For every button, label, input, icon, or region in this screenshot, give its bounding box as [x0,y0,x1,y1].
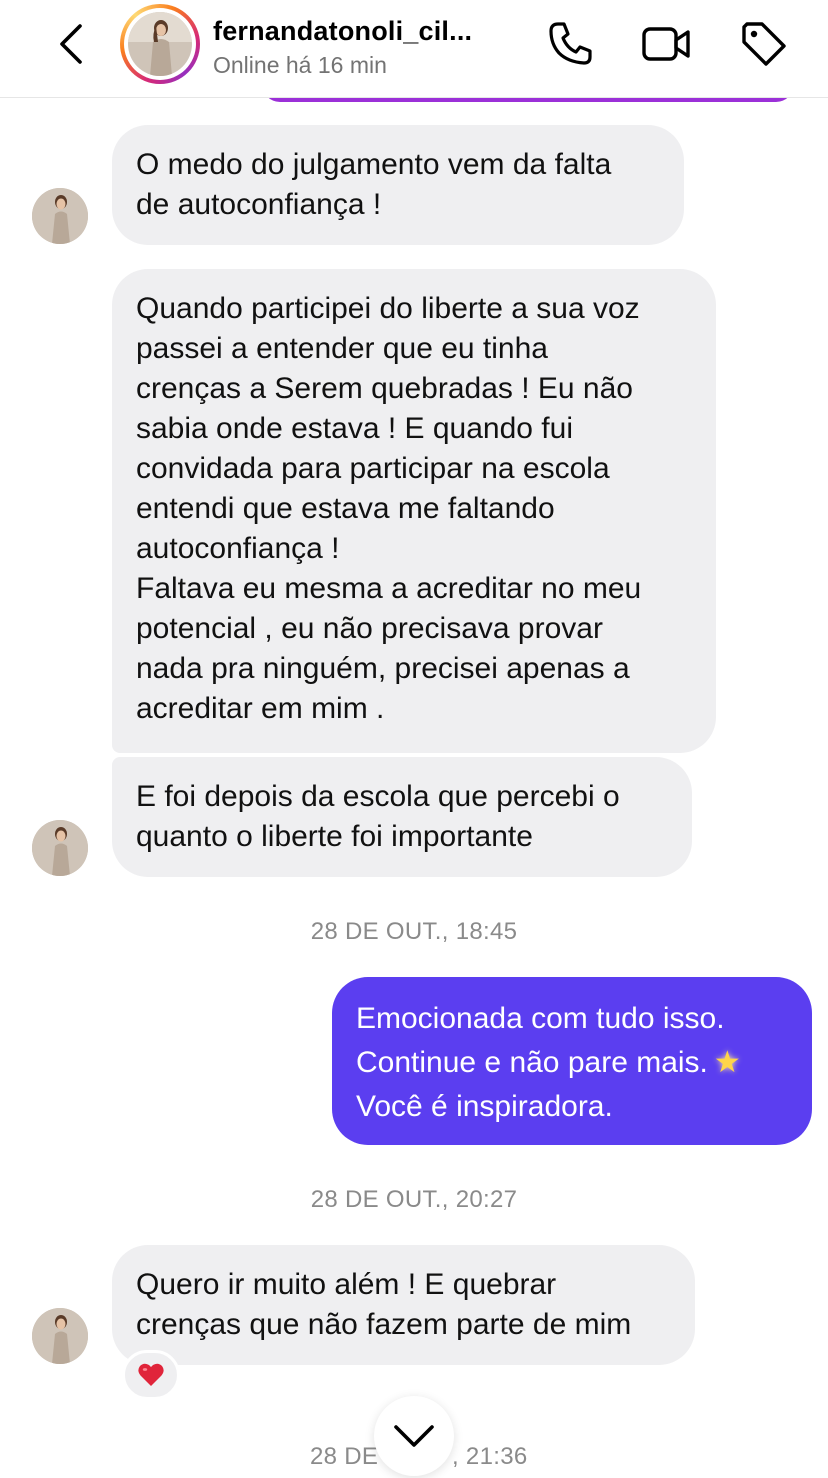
outgoing-message[interactable]: Emocionada com tudo isso. Continue e não… [332,977,812,1145]
message-line: nada pra ninguém, precisei apenas a [136,652,630,685]
message-line: Quero ir muito além ! E quebrar [136,1268,557,1301]
message-line: Você é inspiradora. [356,1090,613,1123]
message-line: convidada para participar na escola [136,452,610,485]
incoming-message[interactable]: Quando participei do liberte a sua voz p… [112,269,716,753]
red-heart-icon [138,1363,164,1386]
video-call-button[interactable] [640,18,692,70]
message-line: E foi depois da escola que percebi o [136,780,620,813]
sender-avatar[interactable] [32,188,88,244]
chat-username[interactable]: fernandatonoli_cil... [213,16,533,47]
audio-call-button[interactable] [544,18,596,70]
video-camera-icon [642,27,690,61]
message-line: passei a entender que eu tinha [136,332,548,365]
incoming-message[interactable]: Quero ir muito além ! E quebrar crenças … [112,1245,695,1365]
timestamp: 28 DE OUT., 18:45 [310,918,518,945]
message-line: quanto o liberte foi importante [136,820,533,853]
scroll-to-bottom-button[interactable] [374,1396,454,1476]
message-line: crenças que não fazem parte de mim [136,1308,632,1341]
chat-header: fernandatonoli_cil... Online há 16 min [0,0,828,98]
sender-avatar[interactable] [32,1308,88,1364]
message-line: sabia onde estava ! E quando fui [136,412,573,445]
message-line: O medo do julgamento vem da falta [136,148,612,181]
back-button[interactable] [52,22,92,66]
message-line: Emocionada com tudo isso. [356,1002,725,1035]
message-line: de autoconfiança ! [136,188,382,221]
star-emoji: ★ [713,1046,741,1079]
chevron-down-icon [394,1425,434,1447]
incoming-message[interactable]: E foi depois da escola que percebi o qua… [112,757,692,877]
message-line: autoconfiança ! [136,532,340,565]
message-line: entendi que estava me faltando [136,492,555,525]
tag-icon [742,22,786,66]
timestamp-right: , 21:36 [452,1443,528,1470]
incoming-message[interactable]: O medo do julgamento vem da falta de aut… [112,125,684,245]
chat-screen: fernandatonoli_cil... Online há 16 min O… [0,0,828,1478]
timestamp: 28 DE OUT., 20:27 [310,1186,518,1213]
message-line: crenças a Serem quebradas ! Eu não [136,372,633,405]
timestamp-left: 28 DE [310,1443,379,1470]
message-line: Faltava eu mesma a acreditar no meu [136,572,642,605]
online-status: Online há 16 min [213,52,387,78]
phone-icon [549,22,592,65]
tag-button[interactable] [738,18,790,70]
message-line: acreditar em mim . [136,692,385,725]
message-line: potencial , eu não precisava provar [136,612,603,645]
message-line: Quando participei do liberte a sua voz [136,292,640,325]
profile-avatar[interactable] [120,4,200,84]
avatar-photo [128,12,192,76]
heart-reaction[interactable] [122,1350,180,1400]
chevron-left-icon [60,24,82,64]
message-line: Continue e não pare mais. [356,1046,708,1079]
sender-avatar[interactable] [32,820,88,876]
